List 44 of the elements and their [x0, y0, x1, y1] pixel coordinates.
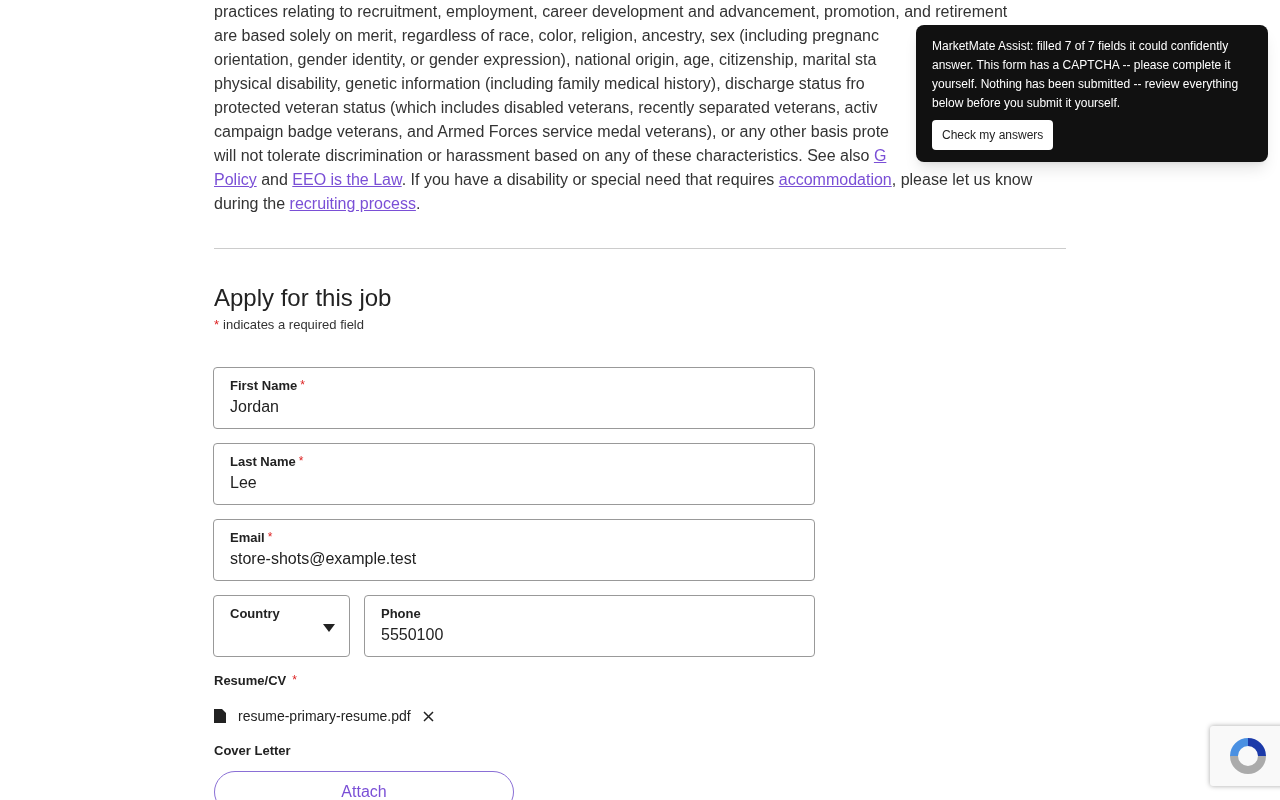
paragraph-text: . [415, 195, 421, 212]
paragraph-text: , please let us know [891, 171, 1033, 188]
link[interactable]: recruiting process [289, 195, 416, 212]
paragraph-text: practices relating to recruitment, employment, career development and advancement, promotion, and retirement [214, 3, 1008, 20]
paragraph-text: and [260, 171, 289, 188]
remove-file-button[interactable] [422, 710, 435, 722]
caret-icon [323, 623, 335, 632]
document-icon [214, 709, 226, 723]
paragraph-text: during the [214, 195, 287, 212]
check-answers-button[interactable]: Check my answers [932, 120, 1054, 150]
field-label: Email [230, 529, 265, 546]
file-name: resume-primary-resume.pdf [238, 706, 411, 726]
input-field[interactable]: Last Name * Lee [213, 442, 815, 505]
captcha-badge[interactable] [1210, 726, 1280, 786]
close-icon [423, 710, 435, 722]
paragraph-text: campaign badge veterans, and Armed Forces service medal veterans), or any other basis prote [214, 123, 889, 140]
paragraph-text: are based solely on merit, regardless of race, color, religion, ancestry, sex (including pregnanc [214, 27, 879, 44]
paragraph-text: physical disability, genetic information (including family medical history), discharge status fro [214, 75, 865, 92]
attach-button[interactable]: Attach [214, 770, 514, 800]
popup-message: MarketMate Assist: filled 7 of 7 fields it could confidently answer. This form has a CAPTCHA -- please complete it yourself. Nothing has been submitted -- review everything below before you submit it yourself. [932, 38, 1240, 112]
required-asterisk: * [267, 529, 273, 544]
required-asterisk: * [292, 672, 297, 687]
required-asterisk: * [214, 316, 220, 334]
required-note: indicates a required field [223, 316, 364, 334]
link[interactable]: EEO is the Law [292, 171, 402, 188]
field-label: First Name [230, 377, 298, 394]
paragraph-text: protected veteran status (which includes disabled veterans, recently separated veterans, activ [214, 99, 878, 116]
input-field[interactable]: Phone 5550100 [364, 594, 815, 657]
field-label: Last Name [230, 453, 296, 470]
input-field[interactable]: Email * store-shots@example.test [213, 518, 815, 581]
field-label: Cover Letter [214, 742, 291, 759]
paragraph-text: will not tolerate discrimination or harassment based on any of these characteristics. See also [214, 147, 871, 164]
field-label: Phone [381, 605, 421, 622]
required-asterisk: * [300, 377, 305, 392]
link[interactable]: Policy [214, 171, 257, 188]
input-field[interactable]: First Name * Jordan [213, 366, 815, 429]
field-label: Resume/CV [214, 672, 287, 689]
link[interactable]: G [873, 147, 887, 164]
section-heading: Apply for this job [214, 283, 393, 313]
link[interactable]: accommodation [778, 171, 892, 188]
country-select[interactable]: Country [213, 594, 350, 657]
field-label: Country [230, 605, 280, 622]
required-asterisk: * [298, 453, 304, 468]
paragraph-text: orientation, gender identity, or gender expression), national origin, age, citizenship, marital sta [214, 51, 877, 68]
